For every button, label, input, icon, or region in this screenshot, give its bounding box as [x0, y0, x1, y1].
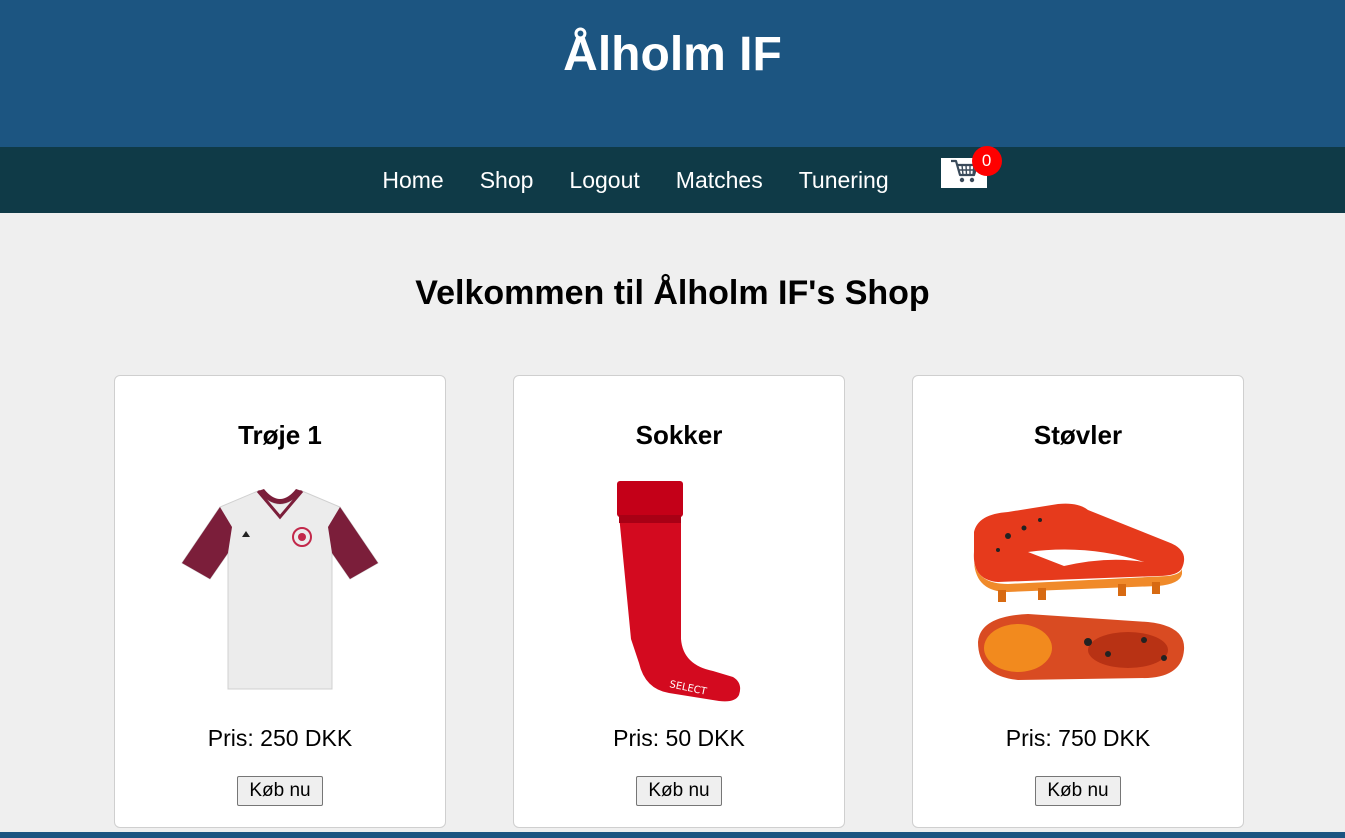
site-title: Ålholm IF [563, 28, 782, 81]
nav-logout[interactable]: Logout [569, 168, 639, 192]
jersey-image [115, 477, 445, 707]
site-header: Ålholm IF [0, 0, 1345, 147]
buy-button[interactable]: Køb nu [237, 776, 323, 806]
cart-button[interactable]: 0 [940, 146, 1002, 188]
navbar: Home Shop Logout Matches Tunering 0 [0, 146, 1345, 213]
footer-strip [0, 832, 1345, 838]
product-price: Pris: 50 DKK [613, 725, 745, 751]
nav-matches[interactable]: Matches [676, 168, 763, 192]
page-title: Velkommen til Ålholm IF's Shop [415, 274, 930, 312]
product-name: Støvler [1033, 420, 1123, 450]
product-card: Trøje 1 Pris: 250 DKK Køb nu [114, 375, 446, 828]
sock-image: SELECT [514, 477, 844, 707]
product-name: Sokker [635, 420, 723, 450]
nav-home[interactable]: Home [382, 168, 443, 192]
product-list: Trøje 1 Pris: 250 DKK Køb nu Sokker SELE… [114, 375, 1244, 828]
product-card: Sokker SELECT Pris: 50 DKK Køb nu [513, 375, 845, 828]
nav-tunering[interactable]: Tunering [799, 168, 889, 192]
buy-button[interactable]: Køb nu [1035, 776, 1121, 806]
boots-image [913, 477, 1243, 707]
product-name: Trøje 1 [238, 420, 322, 450]
product-price: Pris: 250 DKK [207, 725, 353, 751]
nav-links: Home Shop Logout Matches Tunering [364, 168, 906, 192]
product-card: Støvler Pris: 750 DKK Køb nu [912, 375, 1244, 828]
buy-button[interactable]: Køb nu [636, 776, 722, 806]
nav-shop[interactable]: Shop [480, 168, 534, 192]
product-price: Pris: 750 DKK [1005, 725, 1151, 751]
cart-count-badge: 0 [971, 146, 1002, 176]
